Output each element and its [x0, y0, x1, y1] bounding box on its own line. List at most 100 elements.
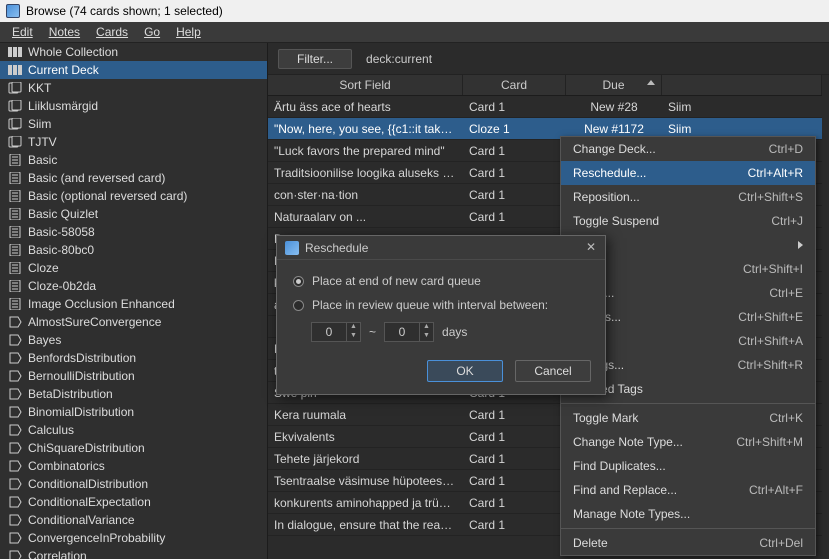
search-text[interactable]: deck:current [366, 52, 432, 66]
col-card[interactable]: Card [463, 75, 566, 95]
sidebar-item[interactable]: Cloze [0, 259, 267, 277]
col-deck[interactable] [662, 75, 822, 95]
sidebar-item[interactable]: ConditionalDistribution [0, 475, 267, 493]
menu-bar: Edit Notes Cards Go Help [0, 22, 829, 43]
context-item[interactable]: Change Note Type...Ctrl+Shift+M [561, 430, 815, 454]
note-icon [8, 280, 22, 292]
context-item[interactable]: Reposition...Ctrl+Shift+S [561, 185, 815, 209]
context-shortcut: Ctrl+K [769, 411, 803, 425]
sidebar-item[interactable]: Basic Quizlet [0, 205, 267, 223]
sidebar-item[interactable]: Whole Collection [0, 43, 267, 61]
sidebar-item[interactable]: TJTV [0, 133, 267, 151]
menu-cards[interactable]: Cards [88, 23, 136, 41]
sidebar-item-label: Basic Quizlet [28, 207, 98, 221]
toolbar: Filter... deck:current [268, 43, 829, 75]
context-shortcut: Ctrl+Shift+M [736, 435, 803, 449]
sidebar-item[interactable]: Cloze-0b2da [0, 277, 267, 295]
spin-up-icon[interactable]: ▲ [346, 323, 360, 332]
sidebar-item[interactable]: BetaDistribution [0, 385, 267, 403]
note-icon [8, 244, 22, 256]
cell-card: Cloze 1 [463, 122, 566, 136]
cell-due: New #1172 [566, 122, 662, 136]
tag-icon [8, 496, 22, 508]
sidebar-item[interactable]: Image Occlusion Enhanced [0, 295, 267, 313]
sidebar-item-label: ConditionalDistribution [28, 477, 148, 491]
deck-icon [8, 136, 22, 148]
interval-to-input[interactable] [385, 325, 419, 339]
cell-card: Card 1 [463, 474, 566, 488]
dialog-titlebar: Reschedule ✕ [277, 236, 605, 260]
context-item[interactable]: Reschedule...Ctrl+Alt+R [561, 161, 815, 185]
sidebar-item[interactable]: Basic-80bc0 [0, 241, 267, 259]
sidebar-item[interactable]: Basic (and reversed card) [0, 169, 267, 187]
window-titlebar: Browse (74 cards shown; 1 selected) [0, 0, 829, 22]
deck-icon [8, 100, 22, 112]
context-item[interactable]: DeleteCtrl+Del [561, 531, 815, 555]
sidebar-item-label: Basic (optional reversed card) [28, 189, 187, 203]
tag-icon [8, 478, 22, 490]
sidebar-item-label: Bayes [28, 333, 61, 347]
note-icon [8, 226, 22, 238]
radio-icon [293, 276, 304, 287]
spin-down-icon[interactable]: ▼ [346, 332, 360, 341]
sidebar-item-label: Combinatorics [28, 459, 105, 473]
spin-down-icon[interactable]: ▼ [419, 332, 433, 341]
ok-button[interactable]: OK [427, 360, 503, 382]
context-item[interactable]: Find Duplicates... [561, 454, 815, 478]
cell-sortfield: konkurents aminohapped ja trüpt... [268, 496, 463, 510]
menu-help[interactable]: Help [168, 23, 209, 41]
sidebar-item[interactable]: Siim [0, 115, 267, 133]
option-review-interval[interactable]: Place in review queue with interval betw… [293, 298, 589, 312]
context-item[interactable]: Toggle SuspendCtrl+J [561, 209, 815, 233]
context-item[interactable]: Manage Note Types... [561, 502, 815, 526]
cancel-button[interactable]: Cancel [515, 360, 591, 382]
sidebar-item-label: Basic (and reversed card) [28, 171, 165, 185]
interval-from-spinner[interactable]: ▲▼ [311, 322, 361, 342]
sidebar-item[interactable]: BenfordsDistribution [0, 349, 267, 367]
sidebar-item[interactable]: Calculus [0, 421, 267, 439]
sidebar-item[interactable]: Basic [0, 151, 267, 169]
sidebar-item[interactable]: KKT [0, 79, 267, 97]
col-sortfield[interactable]: Sort Field [268, 75, 463, 95]
menu-separator [561, 403, 815, 404]
note-icon [8, 172, 22, 184]
sidebar-item[interactable]: Bayes [0, 331, 267, 349]
menu-notes[interactable]: Notes [41, 23, 88, 41]
sidebar-item[interactable]: Combinatorics [0, 457, 267, 475]
tag-icon [8, 424, 22, 436]
sidebar-item[interactable]: Basic (optional reversed card) [0, 187, 267, 205]
interval-from-input[interactable] [312, 325, 346, 339]
dialog-icon [285, 241, 299, 255]
context-shortcut: Ctrl+Alt+F [749, 483, 803, 497]
sidebar-item[interactable]: Correlation [0, 547, 267, 559]
context-item[interactable]: Find and Replace...Ctrl+Alt+F [561, 478, 815, 502]
sidebar-item[interactable]: ChiSquareDistribution [0, 439, 267, 457]
context-item[interactable]: Toggle MarkCtrl+K [561, 406, 815, 430]
sidebar-item[interactable]: ConditionalExpectation [0, 493, 267, 511]
sidebar-item[interactable]: Basic-58058 [0, 223, 267, 241]
context-item[interactable]: Change Deck...Ctrl+D [561, 137, 815, 161]
sidebar-item-label: Basic-58058 [28, 225, 95, 239]
sidebar-item[interactable]: ConvergenceInProbability [0, 529, 267, 547]
tag-icon [8, 442, 22, 454]
table-row[interactable]: Ärtu äss ace of heartsCard 1New #28Siim [268, 96, 822, 118]
sidebar-item[interactable]: BinomialDistribution [0, 403, 267, 421]
option-end-of-queue[interactable]: Place at end of new card queue [293, 274, 589, 288]
sidebar-item[interactable]: ConditionalVariance [0, 511, 267, 529]
menu-go[interactable]: Go [136, 23, 168, 41]
menu-edit[interactable]: Edit [4, 23, 41, 41]
filter-button[interactable]: Filter... [278, 49, 352, 69]
interval-to-spinner[interactable]: ▲▼ [384, 322, 434, 342]
note-icon [8, 262, 22, 274]
sidebar-item-label: BernoulliDistribution [28, 369, 135, 383]
sidebar-item[interactable]: BernoulliDistribution [0, 367, 267, 385]
close-icon[interactable]: ✕ [583, 240, 599, 256]
context-shortcut: Ctrl+Shift+S [738, 190, 803, 204]
cell-deck: Siim [662, 122, 822, 136]
sidebar-item[interactable]: Liiklusmärgid [0, 97, 267, 115]
spin-up-icon[interactable]: ▲ [419, 323, 433, 332]
col-due[interactable]: Due [566, 75, 662, 95]
sidebar-item[interactable]: AlmostSureConvergence [0, 313, 267, 331]
sidebar-item[interactable]: Current Deck [0, 61, 267, 79]
tag-icon [8, 532, 22, 544]
